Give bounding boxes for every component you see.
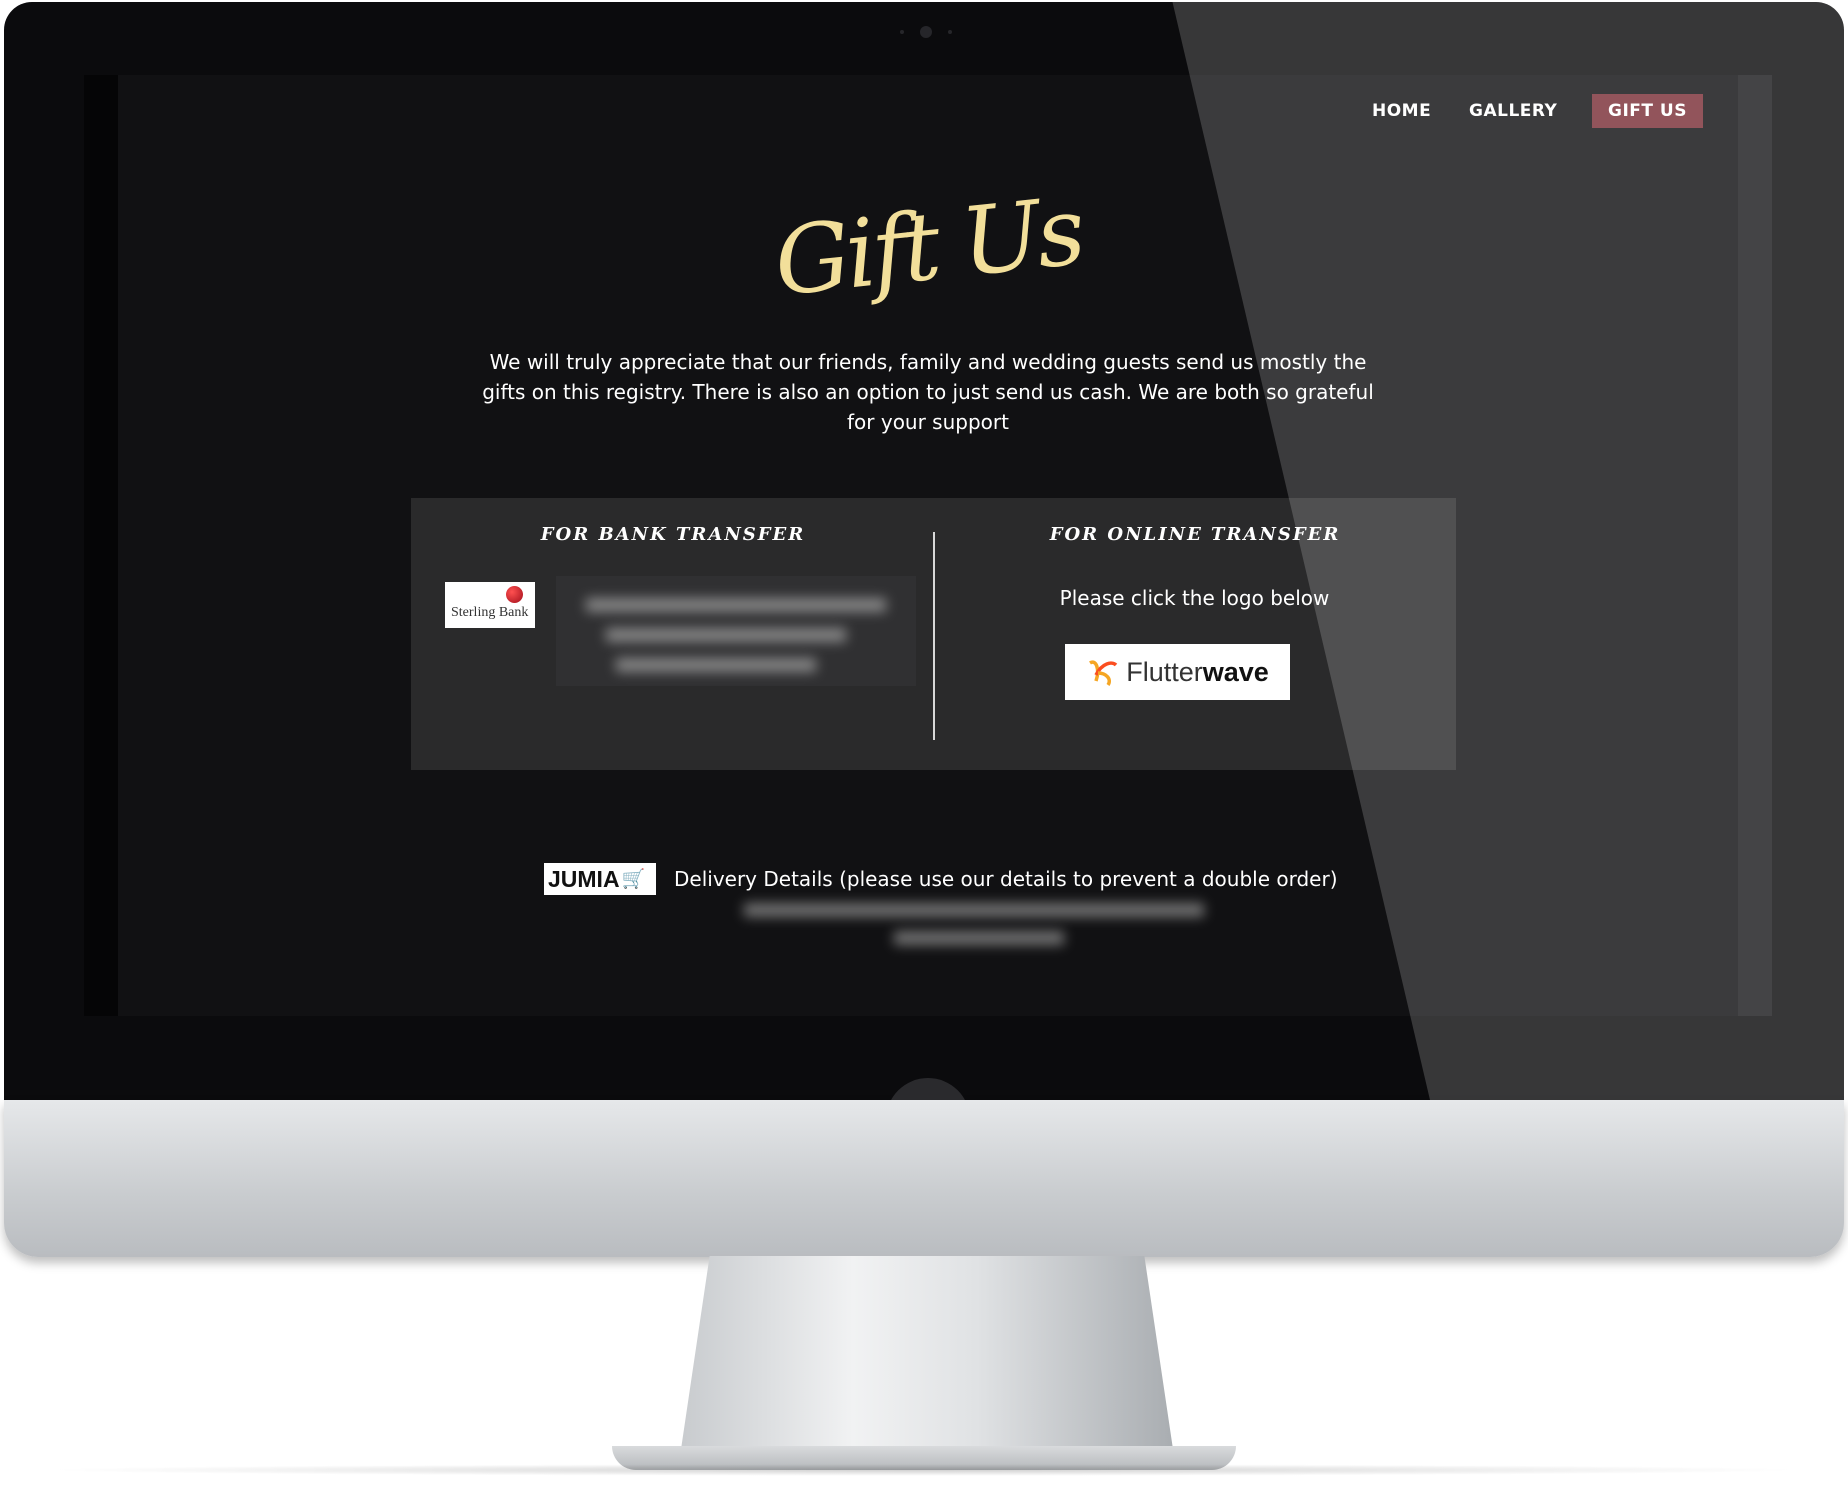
redacted-line [894,931,1064,945]
bank-transfer-heading: FOR BANK TRANSFER [540,524,806,545]
flutterwave-logo-text: Flutterwave [1126,656,1269,687]
floor-shadow [40,1464,1808,1476]
redacted-address [724,893,1224,953]
camera-icon [920,26,932,38]
column-divider [933,532,935,740]
online-transfer-instruction: Please click the logo below [1059,586,1330,610]
jumia-logo-text: JUMIA [548,865,620,892]
intro-paragraph: We will truly appreciate that our friend… [482,350,1374,434]
monitor-bezel: HOME GALLERY GIFT US Gift Us We will tru… [4,2,1844,1100]
flutterwave-logo-icon[interactable]: Flutterwave [1065,644,1290,700]
top-navigation: HOME GALLERY GIFT US [84,94,1772,128]
camera-dot [900,30,904,34]
online-transfer-heading: FOR ONLINE TRANSFER [1049,524,1341,545]
redacted-line [586,598,886,612]
monitor-chin [4,1100,1844,1257]
website-screen: HOME GALLERY GIFT US Gift Us We will tru… [84,75,1772,1016]
redacted-account-details [556,576,916,686]
redacted-line [744,903,1204,917]
monitor-stand [680,1256,1174,1456]
camera-dot [948,30,952,34]
nav-gallery-link[interactable]: GALLERY [1453,94,1573,128]
cart-icon: 🛒 [621,869,646,890]
flutterwave-mark-icon [1089,660,1118,686]
delivery-details-text: Delivery Details (please use our details… [674,867,1338,891]
nav-home-link[interactable]: HOME [1356,94,1447,128]
sterling-bank-logo-icon: Sterling Bank [445,582,535,628]
transfer-panel: FOR BANK TRANSFER Sterling Bank FOR ONLI… [411,498,1456,770]
redacted-line [606,628,846,642]
monitor-home-button [886,1078,970,1100]
redacted-line [616,658,816,672]
sterling-logo-text: Sterling Bank [451,605,529,620]
screen-left-edge [84,75,118,1016]
sterling-ball-icon [506,586,523,603]
jumia-logo-icon: JUMIA 🛒 [544,863,656,895]
